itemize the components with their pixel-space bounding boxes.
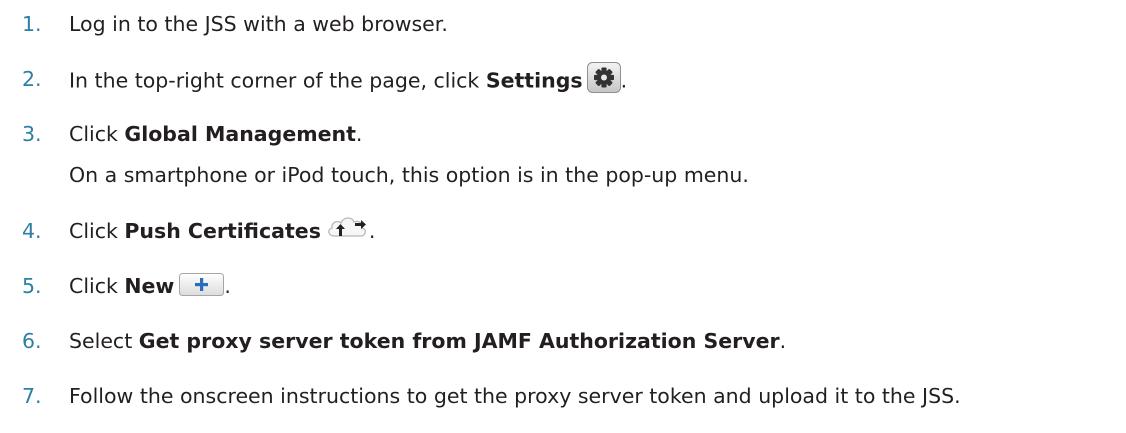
- push-certificates-label: Push Certificates: [124, 219, 321, 243]
- step-text: In the top-right corner of the page, cli…: [69, 62, 627, 97]
- new-label: New: [124, 274, 175, 298]
- step-number: 3.: [22, 122, 42, 146]
- plus-icon: [179, 272, 225, 296]
- step-text: Select Get proxy server token from JAMF …: [69, 329, 787, 353]
- step-3-note: On a smartphone or iPod touch, this opti…: [69, 163, 749, 187]
- step-text: Follow the onscreen instructions to get …: [69, 384, 961, 408]
- gear-icon: [586, 62, 621, 93]
- step-text: Click New .: [69, 272, 231, 298]
- step-number: 4.: [22, 219, 42, 243]
- step-text: Click Global Management.: [69, 122, 363, 146]
- cloud-upload-icon: [325, 214, 369, 240]
- step-text: Log in to the JSS with a web browser.: [69, 12, 448, 36]
- step-text: Click Push Certificates .: [69, 217, 375, 245]
- step-number: 5.: [22, 274, 42, 298]
- step-number: 7.: [22, 384, 42, 408]
- settings-label: Settings: [485, 68, 583, 93]
- step-number: 2.: [22, 67, 42, 91]
- proxy-token-option-label: Get proxy server token from JAMF Authori…: [138, 329, 780, 353]
- global-management-label: Global Management: [124, 122, 356, 146]
- instruction-steps: 1. Log in to the JSS with a web browser.…: [0, 0, 1126, 433]
- step-number: 1.: [22, 12, 42, 36]
- step-number: 6.: [22, 329, 42, 353]
